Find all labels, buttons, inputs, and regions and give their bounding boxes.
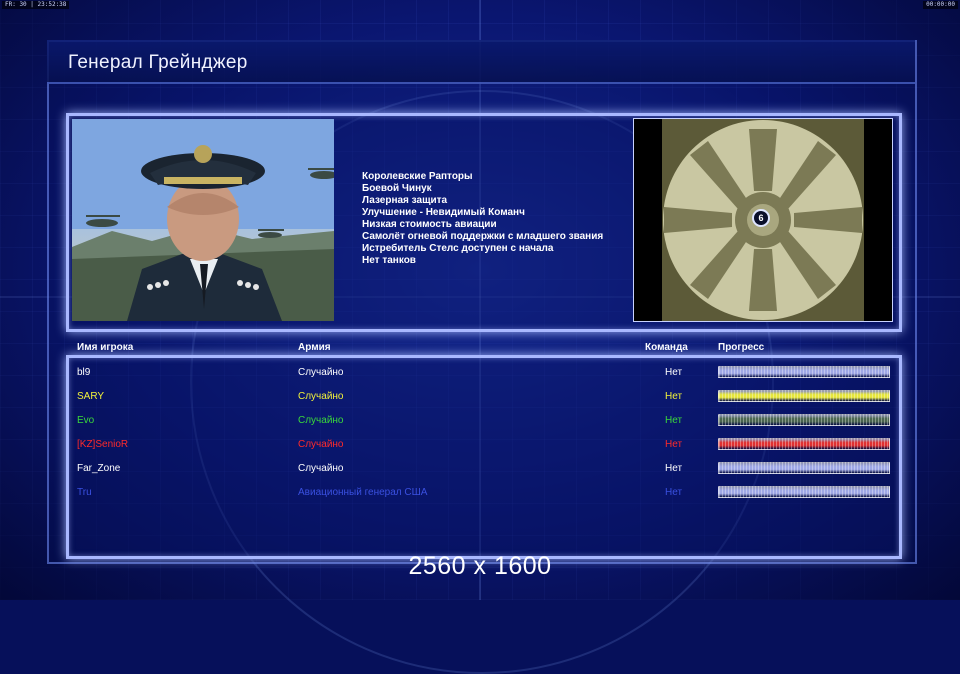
trait-item: Нет танков — [362, 255, 416, 266]
player-army: Случайно — [298, 367, 344, 378]
status-right: 00:00:00 — [923, 1, 958, 9]
player-name: SARY — [77, 391, 105, 402]
trait-item: Улучшение - Невидимый Команч — [362, 207, 525, 218]
player-team: Нет — [665, 463, 683, 474]
player-team: Нет — [665, 439, 683, 450]
player-army: Случайно — [298, 415, 344, 426]
player-team: Нет — [665, 415, 683, 426]
player-army: Авиационный генерал США — [298, 487, 428, 498]
player-progress-bar — [718, 414, 890, 426]
players-table-panel — [66, 355, 902, 559]
general-title: Генерал Грейнджер — [68, 52, 248, 73]
player-progress-bar — [718, 486, 890, 498]
table-row: [KZ]SenioR Случайно Нет — [0, 435, 960, 455]
player-army: Случайно — [298, 391, 344, 402]
player-team: Нет — [665, 487, 683, 498]
player-name: Far_Zone — [77, 463, 121, 474]
column-header-progress: Прогресс — [718, 342, 765, 353]
player-army: Случайно — [298, 439, 344, 450]
status-left: FR: 30 | 23:52:38 — [2, 1, 70, 9]
player-team: Нет — [665, 391, 683, 402]
player-progress-bar — [718, 366, 890, 378]
table-row: bl9 Случайно Нет — [0, 363, 960, 383]
map-preview-border — [633, 118, 893, 322]
trait-item: Королевские Рапторы — [362, 171, 473, 182]
table-row: Evo Случайно Нет — [0, 411, 960, 431]
trait-item: Низкая стоимость авиации — [362, 219, 497, 230]
player-progress-bar — [718, 390, 890, 402]
player-name: Evo — [77, 415, 95, 426]
general-portrait-image — [72, 119, 334, 321]
trait-item: Лазерная защита — [362, 195, 448, 206]
table-row: Far_Zone Случайно Нет — [0, 459, 960, 479]
table-row: SARY Случайно Нет — [0, 387, 960, 407]
player-name: [KZ]SenioR — [77, 439, 129, 450]
player-name: Tru — [77, 487, 92, 498]
trait-item: Боевой Чинук — [362, 183, 432, 194]
column-header-name: Имя игрока — [77, 342, 134, 353]
general-traits-list: Королевские Рапторы Боевой Чинук Лазерна… — [362, 171, 603, 267]
column-header-team: Команда — [645, 342, 688, 353]
trait-item: Самолёт огневой поддержки с младшего зва… — [362, 231, 604, 242]
trait-item: Истребитель Стелс доступен с начала — [362, 243, 554, 254]
player-progress-bar — [718, 438, 890, 450]
player-army: Случайно — [298, 463, 344, 474]
player-team: Нет — [665, 367, 683, 378]
column-header-army: Армия — [298, 342, 331, 353]
player-progress-bar — [718, 462, 890, 474]
player-name: bl9 — [77, 367, 91, 378]
general-portrait — [72, 119, 334, 321]
resolution-label: 2560 x 1600 — [408, 552, 552, 580]
table-row: Tru Авиационный генерал США Нет — [0, 483, 960, 503]
